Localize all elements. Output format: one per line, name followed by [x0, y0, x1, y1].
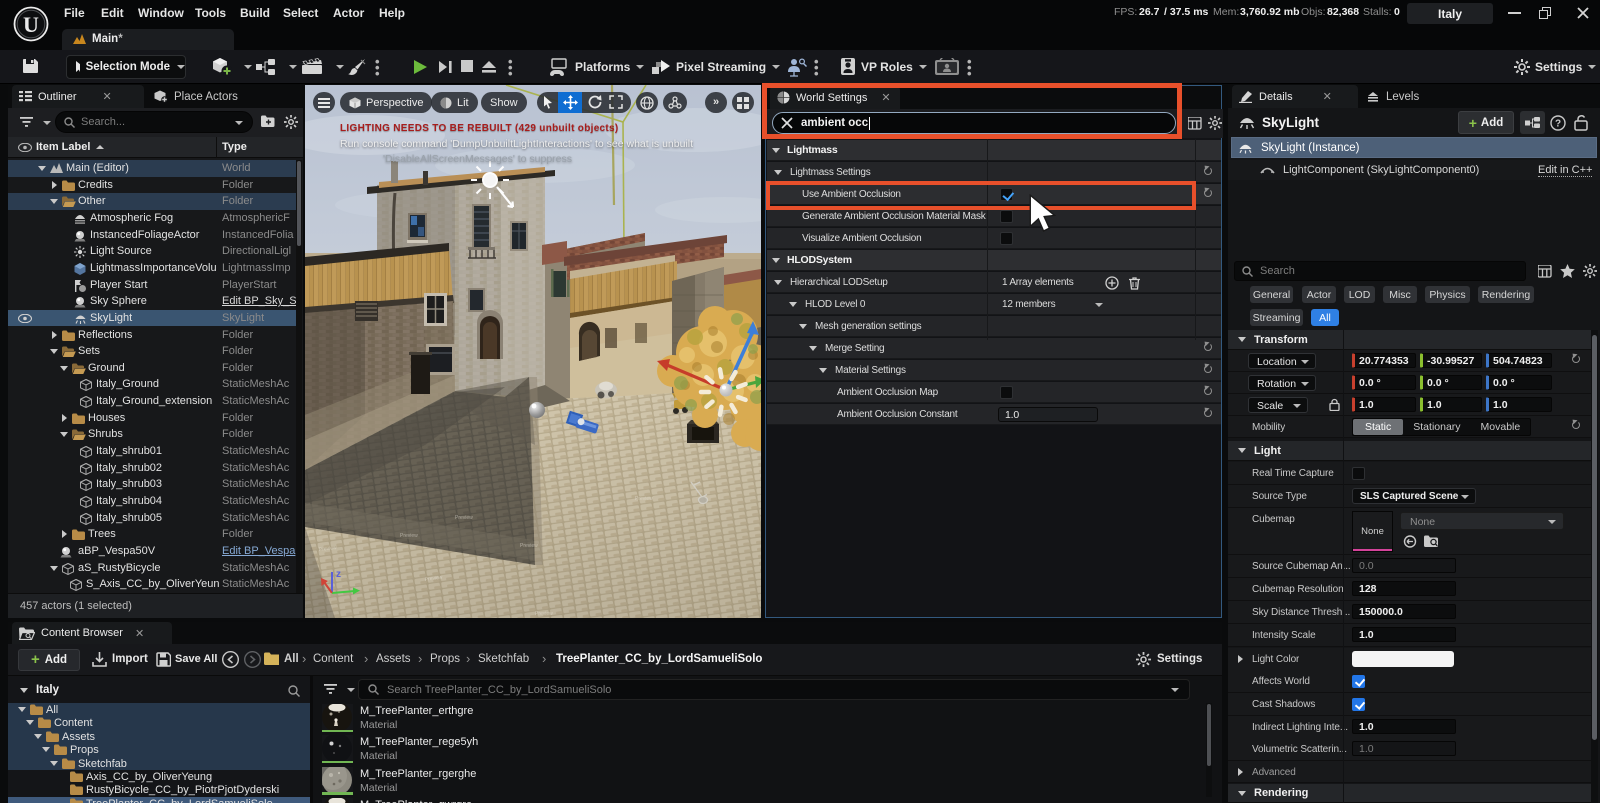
svg-text:z: z	[336, 569, 341, 580]
svg-text:Preview: Preview	[400, 533, 418, 539]
svg-text:Preview: Preview	[535, 611, 553, 617]
svg-text:U: U	[23, 12, 39, 37]
svg-text:Preview: Preview	[455, 515, 473, 521]
svg-text:?: ?	[1555, 119, 1561, 130]
svg-text:Preview: Preview	[635, 496, 653, 502]
svg-text:Preview: Preview	[520, 543, 538, 549]
